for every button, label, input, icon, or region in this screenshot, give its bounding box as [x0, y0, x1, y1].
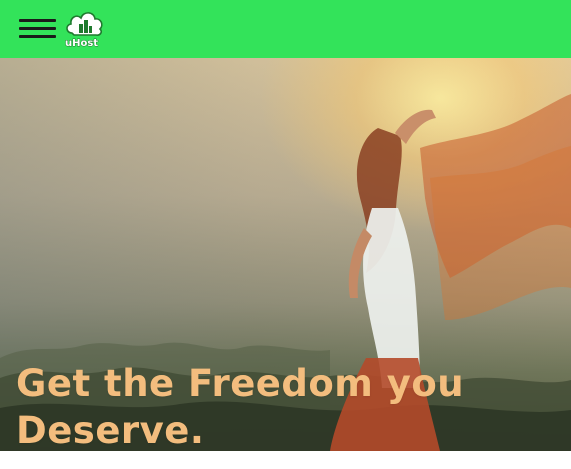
- hero-banner: Get the Freedom you Deserve.: [0, 58, 571, 451]
- hamburger-line: [19, 19, 56, 22]
- page: uHost Get the Freedom you Deserve.: [0, 0, 571, 451]
- brand-logo[interactable]: uHost: [62, 7, 108, 49]
- cloud-logo-icon: uHost: [65, 12, 103, 49]
- hero-headline: Get the Freedom you Deserve.: [16, 362, 465, 451]
- hamburger-line: [19, 27, 56, 30]
- logo-wordmark: uHost: [65, 38, 98, 49]
- hamburger-line: [19, 35, 56, 38]
- hamburger-menu-icon[interactable]: [19, 19, 56, 39]
- top-navigation-bar: uHost: [0, 0, 571, 58]
